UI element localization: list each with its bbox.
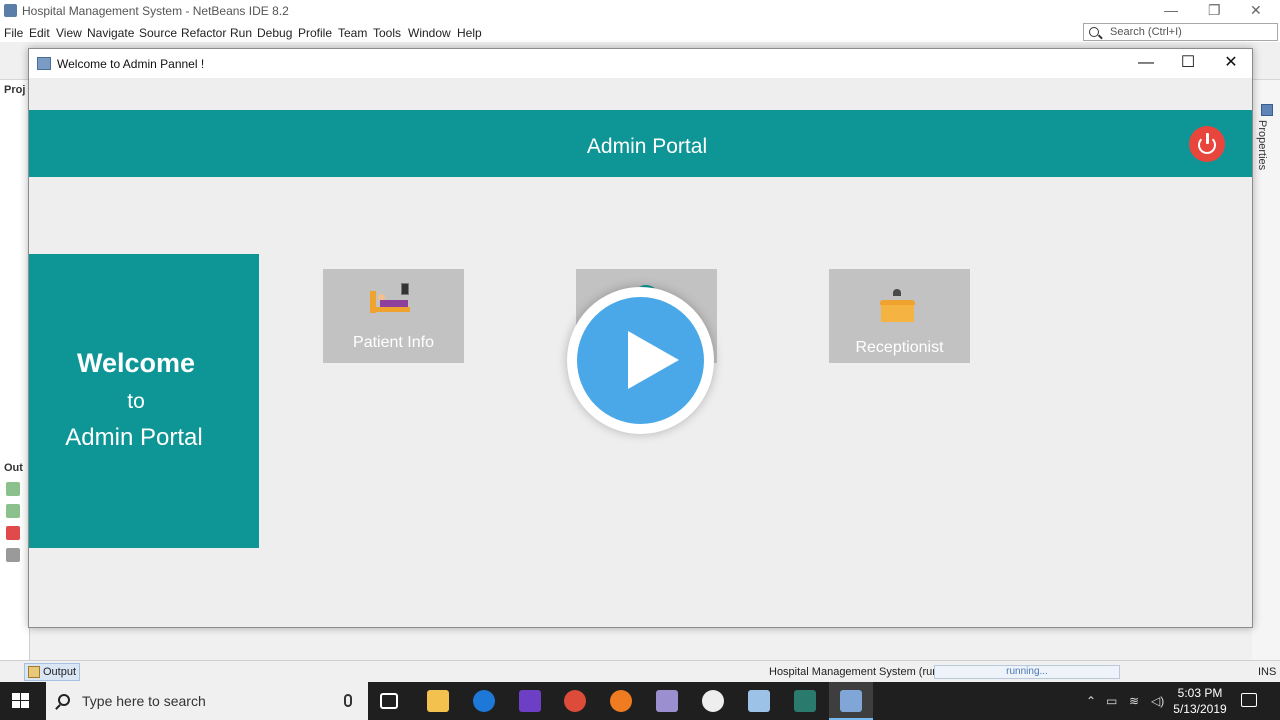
search-icon bbox=[1089, 27, 1099, 37]
receptionist-tile[interactable]: Receptionist bbox=[829, 269, 970, 363]
welcome-panel: Welcome to Admin Portal bbox=[29, 254, 259, 548]
close-icon[interactable]: ✕ bbox=[1250, 2, 1262, 19]
patient-info-tile[interactable]: Patient Info bbox=[323, 269, 464, 363]
restore-icon[interactable]: ❐ bbox=[1208, 2, 1221, 19]
menu-window[interactable]: Window bbox=[408, 26, 451, 40]
menu-refactor[interactable]: Refactor bbox=[181, 26, 226, 40]
ide-status-bar: Output Hospital Management System (run) … bbox=[0, 660, 1280, 682]
menu-edit[interactable]: Edit bbox=[29, 26, 50, 40]
app-icon[interactable] bbox=[702, 690, 724, 712]
header-band: Admin Portal bbox=[29, 110, 1252, 177]
tray-chevron-icon[interactable]: ⌃ bbox=[1086, 694, 1096, 708]
video-play-button[interactable] bbox=[567, 287, 714, 434]
netbeans-app-icon bbox=[4, 4, 17, 17]
taskbar-search-placeholder: Type here to search bbox=[82, 693, 206, 709]
chrome-icon[interactable] bbox=[564, 690, 586, 712]
receptionist-label: Receptionist bbox=[855, 339, 944, 356]
menu-run[interactable]: Run bbox=[230, 26, 252, 40]
ide-search-placeholder: Search (Ctrl+I) bbox=[1110, 26, 1182, 38]
reception-desk-icon bbox=[880, 285, 918, 323]
volume-icon[interactable]: ◁) bbox=[1151, 694, 1164, 708]
output-tab-label: Output bbox=[43, 666, 77, 678]
welcome-line-2: to bbox=[127, 390, 145, 413]
code-editor-icon[interactable] bbox=[794, 690, 816, 712]
play-circle bbox=[577, 297, 704, 424]
admin-window-title: Welcome to Admin Pannel ! bbox=[57, 57, 205, 71]
visual-studio-icon[interactable] bbox=[519, 690, 541, 712]
network-icon[interactable]: ≋ bbox=[1129, 694, 1139, 708]
power-icon-bar bbox=[1205, 133, 1209, 144]
menu-navigate[interactable]: Navigate bbox=[87, 26, 134, 40]
stop-icon[interactable] bbox=[6, 526, 20, 540]
ide-right-panel: Properties bbox=[1252, 80, 1280, 660]
minimize-icon[interactable]: — bbox=[1164, 2, 1178, 18]
ide-search-input[interactable]: Search (Ctrl+I) bbox=[1083, 23, 1278, 41]
run-progress-bar[interactable]: running... bbox=[934, 665, 1120, 679]
file-explorer-icon[interactable] bbox=[427, 690, 449, 712]
patient-bed-icon bbox=[370, 281, 412, 317]
java-window-icon bbox=[37, 57, 51, 70]
welcome-line-1: Welcome bbox=[76, 348, 196, 378]
menu-profile[interactable]: Profile bbox=[298, 26, 332, 40]
menu-team[interactable]: Team bbox=[338, 26, 367, 40]
windows-start-button[interactable] bbox=[12, 693, 30, 709]
edge-icon[interactable] bbox=[473, 690, 495, 712]
close-button[interactable]: ✕ bbox=[1221, 54, 1241, 72]
java-app-icon bbox=[840, 690, 862, 712]
play-icon bbox=[628, 331, 679, 389]
rerun-icon[interactable] bbox=[6, 482, 20, 496]
search-icon bbox=[58, 694, 70, 706]
run-status-label: Hospital Management System (run) bbox=[769, 666, 943, 678]
output-side-tab[interactable]: Out bbox=[4, 462, 23, 474]
insert-mode-indicator: INS bbox=[1258, 666, 1277, 678]
taskbar-search-box[interactable]: Type here to search bbox=[46, 682, 368, 720]
taskbar-clock[interactable]: 5:03 PM 5/13/2019 bbox=[1168, 685, 1232, 717]
netbeans-icon[interactable] bbox=[748, 690, 770, 712]
menu-help[interactable]: Help bbox=[457, 26, 482, 40]
microphone-icon[interactable] bbox=[344, 694, 352, 707]
welcome-line-3: Admin Portal bbox=[65, 424, 203, 451]
battery-icon[interactable]: ▭ bbox=[1106, 694, 1117, 708]
logout-button[interactable] bbox=[1189, 126, 1225, 162]
rerun-with-params-icon[interactable] bbox=[6, 504, 20, 518]
git-icon[interactable] bbox=[656, 690, 678, 712]
menu-tools[interactable]: Tools bbox=[373, 26, 401, 40]
notifications-icon[interactable] bbox=[1241, 693, 1257, 707]
projects-tab[interactable]: Proj bbox=[4, 84, 25, 96]
output-window-icon bbox=[28, 666, 40, 678]
patient-info-label: Patient Info bbox=[353, 334, 434, 351]
firefox-icon[interactable] bbox=[610, 690, 632, 712]
menu-debug[interactable]: Debug bbox=[257, 26, 292, 40]
maximize-button[interactable]: ☐ bbox=[1178, 54, 1198, 72]
menu-file[interactable]: File bbox=[4, 26, 23, 40]
settings-icon[interactable] bbox=[6, 548, 20, 562]
clock-date: 5/13/2019 bbox=[1173, 702, 1227, 716]
clock-time: 5:03 PM bbox=[1177, 686, 1223, 700]
ide-left-panel: Proj Out bbox=[0, 80, 30, 660]
ide-title-bar: Hospital Management System - NetBeans ID… bbox=[0, 0, 1280, 22]
task-view-icon[interactable] bbox=[380, 693, 398, 709]
output-tab[interactable]: Output bbox=[24, 663, 80, 681]
menu-view[interactable]: View bbox=[56, 26, 82, 40]
properties-icon[interactable] bbox=[1261, 104, 1273, 116]
minimize-button[interactable]: — bbox=[1136, 54, 1156, 72]
windows-taskbar: Type here to search ⌃ ▭ ≋ ◁) 5:03 PM 5/1… bbox=[0, 682, 1280, 720]
running-app-button[interactable] bbox=[829, 682, 873, 720]
admin-title-bar: Welcome to Admin Pannel ! — ☐ ✕ bbox=[29, 49, 1252, 78]
ide-window-title: Hospital Management System - NetBeans ID… bbox=[22, 4, 289, 18]
header-title: Admin Portal bbox=[586, 135, 708, 158]
menu-source[interactable]: Source bbox=[139, 26, 177, 40]
